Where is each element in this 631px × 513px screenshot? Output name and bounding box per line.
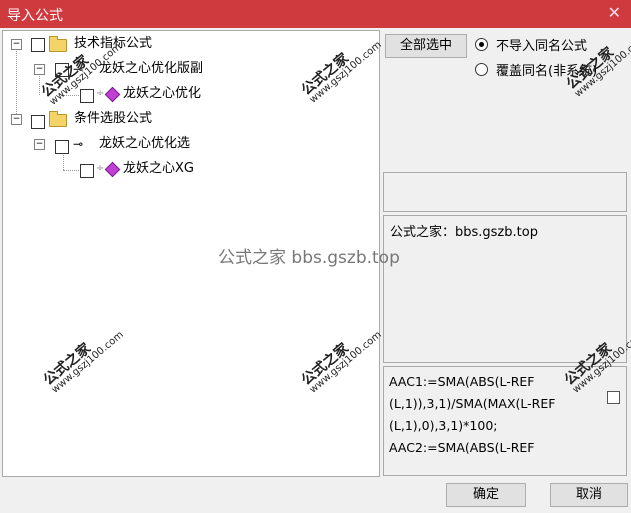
key-icon: ⊸	[73, 137, 84, 151]
collapse-icon[interactable]: −	[34, 139, 45, 150]
code-line: AAC1:=SMA(ABS(L-REF	[389, 374, 535, 389]
cancel-button[interactable]: 取消	[550, 483, 628, 507]
tree-checkbox[interactable]	[31, 115, 45, 129]
center-watermark: 公式之家 bbs.gszb.top	[218, 248, 400, 268]
folder-icon	[49, 36, 67, 52]
tree-checkbox[interactable]	[31, 38, 45, 52]
ok-button[interactable]: 确定	[446, 483, 526, 507]
window-title: 导入公式	[7, 8, 63, 24]
tree-node-formula[interactable]: ÷ 龙妖之心XG	[3, 159, 373, 179]
tree-node-screen-formulas[interactable]: − 条件选股公式	[3, 109, 373, 129]
tree-node-label: 龙妖之心优化版副	[99, 61, 204, 76]
tree-checkbox[interactable]	[80, 164, 94, 178]
tree-node-formula[interactable]: ÷ 龙妖之心优化	[3, 84, 373, 104]
tree-node-label: 龙妖之心XG	[123, 161, 194, 176]
description-box: 公式之家：bbs.gszb.top	[383, 215, 627, 363]
gem-icon	[104, 161, 121, 178]
tree-node-formula[interactable]: − ⊸ 龙妖之心优化版副	[3, 59, 373, 79]
code-line: AAC2:=SMA(ABS(L-REF	[389, 440, 535, 455]
tree-checkbox[interactable]	[55, 140, 69, 154]
tree-checkbox[interactable]	[55, 63, 69, 77]
close-icon[interactable]: ✕	[608, 3, 621, 22]
formula-code-box[interactable]: AAC1:=SMA(ABS(L-REF (L,1)),3,1)/SMA(MAX(…	[383, 366, 627, 476]
code-line: (L,1),0),3,1)*100;	[389, 418, 498, 433]
radio-skip-duplicates-label: 不导入同名公式	[496, 39, 588, 54]
title-bar: 导入公式 ✕	[0, 0, 631, 28]
select-all-button[interactable]: 全部选中	[385, 34, 467, 58]
code-view-checkbox[interactable]	[607, 391, 620, 404]
formula-code: AAC1:=SMA(ABS(L-REF (L,1)),3,1)/SMA(MAX(…	[389, 371, 594, 459]
tree-node-label: 龙妖之心优化	[123, 86, 202, 101]
radio-overwrite-label: 覆盖同名(非系统)	[496, 64, 598, 79]
tree-connector: ÷	[96, 163, 105, 174]
code-line: (L,1)),3,1)/SMA(MAX(L-REF	[389, 396, 556, 411]
tree-node-label: 条件选股公式	[74, 111, 153, 126]
tree-node-formula[interactable]: − ⊸ 龙妖之心优化选	[3, 134, 373, 154]
tree-connector: ÷	[96, 88, 105, 99]
description-text: 公式之家：bbs.gszb.top	[390, 225, 538, 240]
formula-name-field	[383, 172, 627, 212]
collapse-icon[interactable]: −	[34, 64, 45, 75]
radio-overwrite[interactable]	[475, 63, 488, 76]
key-icon: ⊸	[73, 62, 84, 76]
gem-icon	[104, 86, 121, 103]
tree-node-tech-formulas[interactable]: − 技术指标公式	[3, 34, 373, 54]
tree-checkbox[interactable]	[80, 89, 94, 103]
tree-node-label: 技术指标公式	[74, 36, 153, 51]
folder-icon	[49, 111, 67, 127]
collapse-icon[interactable]: −	[11, 39, 22, 50]
tree-node-label: 龙妖之心优化选	[99, 136, 191, 151]
collapse-icon[interactable]: −	[11, 114, 22, 125]
radio-skip-duplicates[interactable]	[475, 38, 488, 51]
